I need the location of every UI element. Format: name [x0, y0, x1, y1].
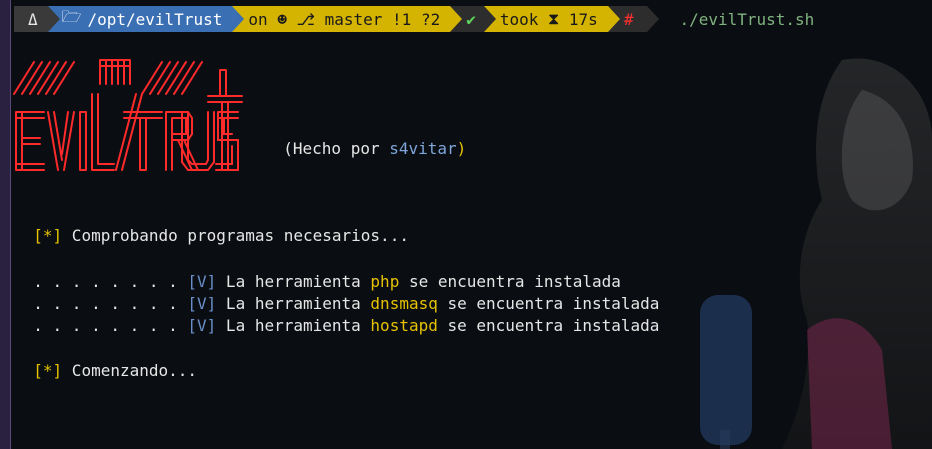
credit-author: s4vitar [389, 139, 457, 158]
credit-prefix: (Hecho por [283, 139, 390, 158]
current-path: /opt/evilTrust [87, 9, 223, 29]
check-text: Comprobando programas necesarios... [62, 226, 409, 245]
check-icon: ✔ [466, 9, 476, 29]
eviltrust-ascii-logo [13, 59, 243, 171]
start-text: Comenzando... [62, 361, 198, 380]
command-text: ./evilTrust.sh [679, 9, 815, 29]
info-marker: [*] [33, 361, 63, 380]
duration-segment: took ⧗ 17s [483, 6, 620, 32]
credit-suffix: ) [456, 139, 467, 158]
window-left-border [0, 0, 11, 449]
shell-prompt: Δ 🗁 /opt/evilTrust on ☻ ⎇ master !1 ?2 ✔… [14, 6, 814, 32]
took-label: took [499, 9, 539, 29]
folder-icon: 🗁 [61, 6, 82, 26]
git-branch: master [324, 9, 383, 29]
tool-suffix: se encuentra instalada [437, 316, 660, 335]
branch-icon: ⎇ [296, 9, 315, 29]
tool-line: . . . . . . . . [V] La herramienta hosta… [14, 297, 659, 335]
took-value: 17s [568, 9, 598, 29]
git-segment: on ☻ ⎇ master !1 ?2 [232, 6, 463, 32]
wallpaper-art [700, 58, 932, 449]
directory-segment: 🗁 /opt/evilTrust [47, 6, 245, 32]
hourglass-icon: ⧗ [548, 9, 560, 28]
hash-icon: # [623, 9, 634, 29]
banner-credit: ((Hecho por s4vitar) [264, 120, 466, 158]
tool-prefix: La herramienta [216, 316, 371, 335]
os-icon: Δ [28, 9, 38, 29]
info-marker: [*] [33, 226, 63, 245]
success-marker: [V] [187, 316, 217, 335]
os-segment: Δ [14, 6, 60, 32]
github-icon: ☻ [277, 9, 287, 29]
tool-name: hostapd [370, 316, 438, 335]
git-changes: !1 ?2 [392, 9, 441, 29]
progress-dots: . . . . . . . . [33, 316, 188, 335]
start-line: [*] Comenzando... [14, 342, 197, 380]
check-line: [*] Comprobando programas necesarios... [14, 207, 409, 245]
git-on-label: on [248, 9, 268, 29]
